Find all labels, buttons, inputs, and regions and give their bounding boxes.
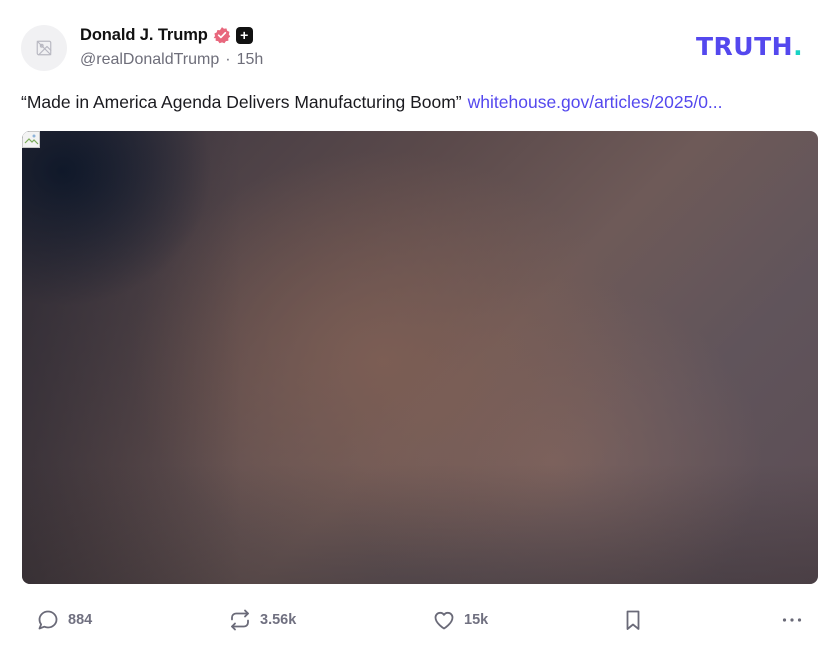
plus-badge-symbol: +: [240, 26, 249, 43]
retruth-count: 3.56k: [260, 612, 297, 628]
image-placeholder-icon: [36, 40, 52, 56]
avatar[interactable]: [21, 25, 67, 71]
comment-icon: [38, 610, 58, 630]
post-media-image[interactable]: [22, 131, 818, 584]
post-actions-bar: 884 3.56k 15k: [0, 604, 840, 636]
repost-icon: [231, 609, 249, 631]
bookmark-button[interactable]: [621, 604, 645, 636]
reply-button[interactable]: 884: [36, 604, 92, 636]
post-text: “Made in America Agenda Delivers Manufac…: [21, 92, 462, 112]
meta-separator: ·: [225, 51, 231, 68]
media-shade-bottom: [22, 464, 818, 584]
broken-image-icon: [22, 131, 40, 148]
retruth-button[interactable]: 3.56k: [228, 604, 296, 636]
author-display-name[interactable]: Donald J. Trump: [80, 26, 208, 45]
author-name-row: Donald J. Trump +: [80, 24, 253, 46]
author-handle[interactable]: @realDonaldTrump: [80, 51, 219, 69]
more-options-button[interactable]: [780, 604, 804, 636]
verified-badge-icon: [213, 27, 230, 44]
like-count: 15k: [464, 612, 489, 628]
article-link[interactable]: whitehouse.gov/articles/2025/0...: [468, 92, 723, 112]
bookmark-icon: [626, 610, 640, 630]
brand-name: TRUTH: [696, 32, 794, 61]
more-dots-icon: [782, 618, 802, 622]
post-body: “Made in America Agenda Delivers Manufac…: [21, 92, 723, 113]
like-button[interactable]: 15k: [432, 604, 488, 636]
heart-icon: [434, 611, 454, 630]
post-timestamp[interactable]: 15h: [237, 51, 264, 69]
plus-badge-icon: +: [235, 26, 253, 44]
author-meta-row: @realDonaldTrump · 15h: [80, 51, 263, 69]
brand-dot: .: [793, 32, 804, 61]
reply-count: 884: [68, 612, 93, 628]
truth-social-logo[interactable]: TRUTH.: [696, 32, 804, 61]
